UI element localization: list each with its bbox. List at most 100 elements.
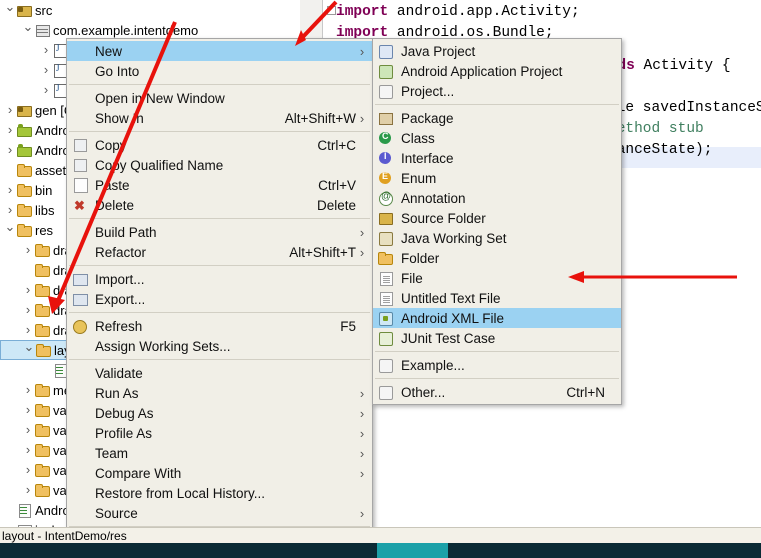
menu-item[interactable]: Assign Working Sets... xyxy=(67,336,372,356)
tree-item[interactable]: src xyxy=(0,0,300,20)
icon-glyph xyxy=(379,131,391,144)
menu-item[interactable]: Refactor Alt+Shift+T › xyxy=(67,242,372,262)
menu-item[interactable]: Restore from Local History... xyxy=(67,483,372,503)
folder-icon xyxy=(34,402,50,418)
menu-item[interactable]: Validate xyxy=(67,363,372,383)
menu-item[interactable]: Copy Qualified Name xyxy=(67,155,372,175)
tree-twisty-closed-icon[interactable] xyxy=(40,40,52,61)
tree-twisty-closed-icon[interactable] xyxy=(22,380,34,401)
menu-separator xyxy=(69,131,370,132)
menu-item[interactable]: Class xyxy=(373,128,621,148)
tree-item-label: libs xyxy=(35,202,55,218)
menu-item[interactable]: Compare With › xyxy=(67,463,372,483)
tree-twisty-open-icon[interactable] xyxy=(22,20,34,41)
tree-twisty-open-icon[interactable] xyxy=(4,220,16,241)
tree-twisty-closed-icon[interactable] xyxy=(22,240,34,261)
menu-item[interactable]: Run As › xyxy=(67,383,372,403)
menu-item-label: Java Project xyxy=(401,43,476,59)
menu-item-label: Example... xyxy=(401,357,465,373)
menu-item[interactable]: Java Project xyxy=(373,41,621,61)
code-line: dle savedInstanceSt xyxy=(608,100,761,116)
status-bar-text: layout - IntentDemo/res xyxy=(2,528,127,543)
menu-item[interactable]: File xyxy=(373,268,621,288)
menu-item[interactable]: Refresh F5 xyxy=(67,316,372,336)
tree-twisty-closed-icon[interactable] xyxy=(22,300,34,321)
menu-item-label: Import... xyxy=(95,271,145,287)
menu-item[interactable]: Interface xyxy=(373,148,621,168)
folder-icon xyxy=(34,422,50,438)
os-taskbar[interactable] xyxy=(0,543,761,558)
tree-twisty-closed-icon[interactable] xyxy=(4,180,16,201)
tree-twisty-closed-icon[interactable] xyxy=(22,280,34,301)
tree-twisty-closed-icon[interactable] xyxy=(22,320,34,341)
menu-item[interactable]: Annotation xyxy=(373,188,621,208)
android-icon xyxy=(16,142,32,158)
menu-item[interactable]: Go Into xyxy=(67,61,372,81)
menu-item[interactable]: Package xyxy=(373,108,621,128)
menu-item-label: Debug As xyxy=(95,405,154,421)
menu-item[interactable]: Export... xyxy=(67,289,372,309)
context-menu[interactable]: New › Go Into Open in New Window Show In Alt+… xyxy=(66,38,373,558)
menu-item[interactable]: Open in New Window xyxy=(67,88,372,108)
tree-twisty-closed-icon[interactable] xyxy=(40,80,52,101)
menu-item[interactable]: Copy Ctrl+C xyxy=(67,135,372,155)
icon-glyph xyxy=(74,178,88,193)
menu-item[interactable]: Import... xyxy=(67,269,372,289)
folder-icon xyxy=(16,182,32,198)
eclipse-ide-window: srccom.example.intentdemoFirstActivity.j… xyxy=(0,0,761,558)
folder-icon xyxy=(16,222,32,238)
menu-item[interactable]: Android XML File xyxy=(373,308,621,328)
menu-item[interactable]: Android Application Project xyxy=(373,61,621,81)
menu-item-label: Run As xyxy=(95,385,139,401)
menu-item[interactable]: Debug As › xyxy=(67,403,372,423)
menu-item[interactable]: Build Path › xyxy=(67,222,372,242)
tree-twisty-closed-icon[interactable] xyxy=(22,400,34,421)
tree-twisty-closed-icon[interactable] xyxy=(22,440,34,461)
menu-item-label: Delete xyxy=(95,197,135,213)
menu-item[interactable]: Show In Alt+Shift+W › xyxy=(67,108,372,128)
menu-separator xyxy=(69,359,370,360)
tree-twisty-closed-icon[interactable] xyxy=(4,140,16,161)
menu-item[interactable]: Profile As › xyxy=(67,423,372,443)
folder-icon xyxy=(34,262,50,278)
tree-twisty-closed-icon[interactable] xyxy=(4,100,16,121)
menu-item[interactable]: Other... Ctrl+N xyxy=(373,382,621,402)
new-submenu[interactable]: Java Project Android Application Project P… xyxy=(372,38,622,405)
menu-icon-placeholder xyxy=(71,465,91,481)
menu-item[interactable]: Paste Ctrl+V xyxy=(67,175,372,195)
menu-item[interactable]: Folder xyxy=(373,248,621,268)
menu-item[interactable]: Project... xyxy=(373,81,621,101)
folder-icon xyxy=(34,462,50,478)
menu-icon-placeholder xyxy=(71,43,91,59)
tree-twisty-closed-icon[interactable] xyxy=(4,120,16,141)
icon-glyph xyxy=(379,45,393,59)
menu-item[interactable]: New › xyxy=(67,41,372,61)
menu-item[interactable]: Source › xyxy=(67,503,372,523)
icon-glyph xyxy=(379,312,393,326)
tree-twisty-open-icon[interactable] xyxy=(4,0,16,21)
menu-item[interactable]: ✖ Delete Delete xyxy=(67,195,372,215)
tree-item-label: bin xyxy=(35,182,53,198)
taskbar-active-window[interactable] xyxy=(377,543,448,558)
icon-glyph xyxy=(379,113,393,125)
menu-item[interactable]: Enum xyxy=(373,168,621,188)
menu-item[interactable]: JUnit Test Case xyxy=(373,328,621,348)
code-fold-icon[interactable] xyxy=(327,6,336,15)
tree-twisty-closed-icon[interactable] xyxy=(22,460,34,481)
menu-item[interactable]: Team › xyxy=(67,443,372,463)
menu-item[interactable]: Java Working Set xyxy=(373,228,621,248)
tree-twisty-closed-icon[interactable] xyxy=(40,60,52,81)
g-ju-icon xyxy=(377,330,397,346)
tree-twisty-closed-icon[interactable] xyxy=(22,480,34,501)
menu-item[interactable]: Untitled Text File xyxy=(373,288,621,308)
tree-twisty-closed-icon[interactable] xyxy=(22,420,34,441)
menu-item[interactable]: Example... xyxy=(373,355,621,375)
tree-twisty-closed-icon[interactable] xyxy=(4,200,16,221)
srcfolder-icon xyxy=(16,102,32,118)
tree-twisty-open-icon[interactable] xyxy=(23,340,35,361)
tree-item[interactable]: com.example.intentdemo xyxy=(0,20,300,40)
icon-glyph xyxy=(379,191,393,206)
tree-item-label: src xyxy=(35,2,53,18)
menu-item[interactable]: Source Folder xyxy=(373,208,621,228)
menu-icon-placeholder xyxy=(71,425,91,441)
